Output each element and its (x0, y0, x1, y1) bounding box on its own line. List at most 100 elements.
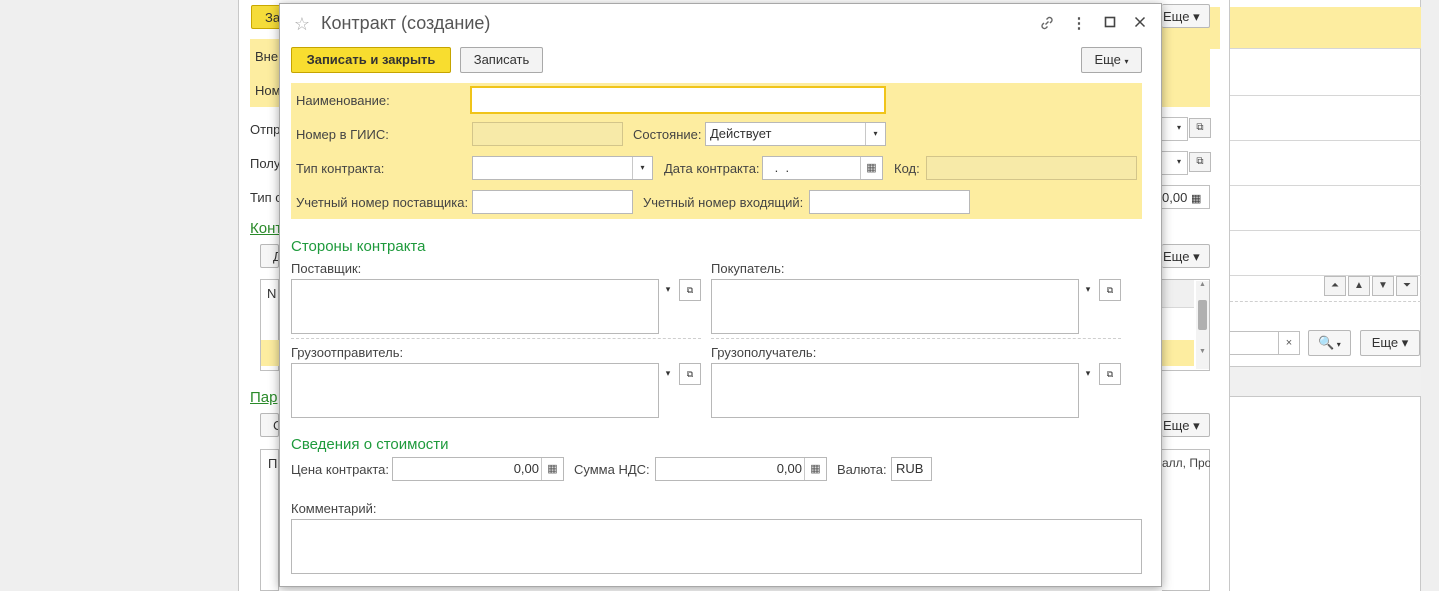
favorite-star-icon[interactable]: ☆ (293, 15, 311, 33)
right-panel-table-header (1230, 366, 1421, 397)
buyer-label: Покупатель: (711, 261, 785, 276)
right-panel-row[interactable] (1230, 96, 1421, 141)
background-scrollbar-thumb[interactable] (1198, 300, 1207, 330)
background-more-button-3[interactable]: Еще ▾ (1162, 413, 1210, 437)
contract-price-input[interactable]: 0,00 ▦ (392, 457, 564, 481)
name-label: Наименование: (296, 93, 390, 108)
background-selected-row[interactable] (261, 340, 279, 366)
open-icon[interactable]: ⧉ (679, 279, 701, 301)
shipper-label: Грузоотправитель: (291, 345, 404, 360)
calendar-icon[interactable]: ▦ (860, 157, 882, 179)
background-dropdown-2[interactable]: ▾ (1162, 151, 1188, 175)
link-icon[interactable] (1038, 15, 1056, 33)
right-panel-selected-row[interactable] (1230, 7, 1421, 49)
right-panel-row[interactable] (1230, 231, 1421, 276)
right-panel-search-input[interactable] (1230, 331, 1279, 355)
contract-date-label: Дата контракта: (664, 161, 760, 176)
right-panel-row[interactable] (1230, 141, 1421, 186)
contract-date-input[interactable]: . . ▦ (762, 156, 883, 180)
background-params-button[interactable]: С (260, 413, 279, 437)
contract-type-label: Тип контракта: (296, 161, 385, 176)
vat-amount-value: 0,00 (776, 461, 802, 476)
background-type-label: Тип с (250, 190, 279, 205)
background-selected-row-right[interactable] (1162, 340, 1194, 366)
cost-section-title: Сведения о стоимости (291, 436, 449, 453)
vat-amount-input[interactable]: 0,00 ▦ (655, 457, 827, 481)
background-open-icon-1[interactable]: ⧉ (1189, 118, 1211, 138)
state-value: Действует (710, 126, 772, 141)
shipper-input[interactable] (291, 363, 659, 418)
contract-price-label: Цена контракта: (291, 462, 390, 477)
open-icon[interactable]: ⧉ (1099, 363, 1121, 385)
background-contracts-link[interactable]: Конт (250, 220, 279, 237)
chevron-down-icon[interactable]: ▾ (1077, 279, 1099, 301)
contract-date-value: . . (771, 160, 790, 175)
contract-price-value: 0,00 (513, 461, 539, 476)
background-more-button-2[interactable]: Еще ▾ (1162, 244, 1210, 268)
parties-section-title: Стороны контракта (291, 238, 426, 255)
name-input[interactable] (470, 86, 886, 114)
clear-icon[interactable]: × (1278, 331, 1300, 355)
background-params-link[interactable]: Пар (250, 389, 279, 406)
more-actions-icon[interactable]: ⋮ (1070, 15, 1088, 33)
move-bottom-icon[interactable]: ⏷ (1396, 276, 1418, 296)
background-scrollbar[interactable]: ▲ ▼ (1196, 281, 1209, 369)
background-receiver-label: Полу (250, 156, 279, 171)
code-field (926, 156, 1137, 180)
background-sender-label: Отпр (250, 122, 279, 137)
comment-label: Комментарий: (291, 501, 377, 516)
background-amount-field[interactable]: 0,00 ▦ (1162, 185, 1210, 209)
incoming-account-input[interactable] (809, 190, 970, 214)
supplier-label: Поставщик: (291, 261, 362, 276)
background-panel-line-2: Ном (255, 83, 279, 98)
chevron-down-icon[interactable]: ▾ (1077, 363, 1099, 385)
chevron-down-icon[interactable]: ▾ (657, 363, 679, 385)
move-down-icon[interactable]: ▼ (1372, 276, 1394, 296)
comment-textarea[interactable] (291, 519, 1142, 574)
chevron-down-icon[interactable]: ▾ (657, 279, 679, 301)
background-table-header-right (1162, 280, 1194, 308)
vat-amount-label: Сумма НДС: (574, 462, 650, 477)
supplier-account-input[interactable] (472, 190, 633, 214)
calculator-icon[interactable]: ▦ (541, 458, 563, 480)
currency-label: Валюта: (837, 462, 887, 477)
more-button[interactable]: Еще ▾ (1081, 47, 1142, 73)
state-label: Состояние: (633, 127, 702, 142)
buyer-input[interactable] (711, 279, 1079, 334)
save-button[interactable]: Записать (460, 47, 543, 73)
consignee-input[interactable] (711, 363, 1079, 418)
move-up-icon[interactable]: ▲ (1348, 276, 1370, 296)
background-open-icon-2[interactable]: ⧉ (1189, 152, 1211, 172)
chevron-down-icon: ▾ (1124, 57, 1129, 66)
more-button-label: Еще (1094, 52, 1121, 67)
save-and-close-button[interactable]: Записать и закрыть (291, 47, 451, 73)
background-col-number: N (267, 286, 277, 301)
background-add-button[interactable]: Д (260, 244, 279, 268)
background-panel-line-1: Вне (255, 49, 279, 64)
search-icon[interactable]: 🔍 ▾ (1308, 330, 1351, 356)
right-panel-row[interactable] (1230, 186, 1421, 231)
giis-number-label: Номер в ГИИС: (296, 127, 389, 142)
background-dropdown-1[interactable]: ▾ (1162, 117, 1188, 141)
chevron-down-icon[interactable]: ▾ (865, 123, 885, 145)
currency-input[interactable]: RUB (891, 457, 932, 481)
move-top-icon[interactable]: ⏶ (1324, 276, 1346, 296)
code-label: Код: (894, 161, 920, 176)
background-params-table-right (1162, 449, 1210, 591)
chevron-down-icon[interactable]: ▾ (632, 157, 652, 179)
open-icon[interactable]: ⧉ (679, 363, 701, 385)
separator-line (711, 338, 1121, 339)
background-more-button-1[interactable]: Еще ▾ (1162, 4, 1210, 28)
supplier-input[interactable] (291, 279, 659, 334)
right-panel-row[interactable] (1230, 49, 1421, 96)
state-select[interactable]: Действует ▾ (705, 122, 886, 146)
contract-type-select[interactable]: ▾ (472, 156, 653, 180)
incoming-account-label: Учетный номер входящий: (643, 195, 804, 210)
close-icon[interactable] (1131, 15, 1149, 33)
giis-number-field (472, 122, 623, 146)
maximize-icon[interactable] (1101, 15, 1119, 33)
calculator-icon[interactable]: ▦ (804, 458, 826, 480)
open-icon[interactable]: ⧉ (1099, 279, 1121, 301)
consignee-label: Грузополучатель: (711, 345, 817, 360)
right-panel-more-button[interactable]: Еще ▾ (1360, 330, 1420, 356)
